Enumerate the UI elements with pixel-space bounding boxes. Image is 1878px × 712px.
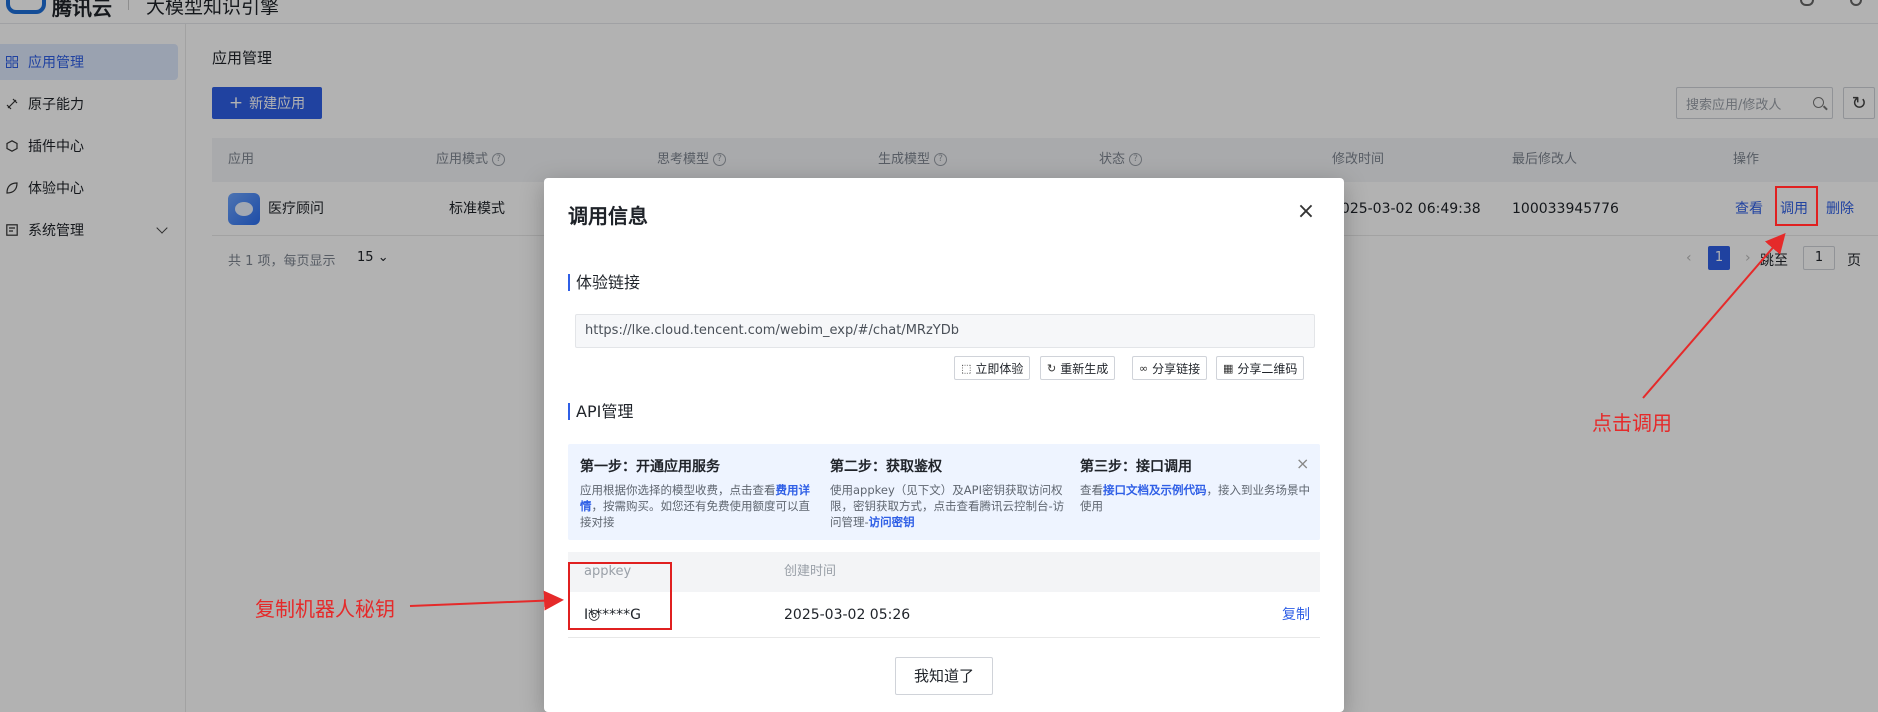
annotation-arrows [409, 232, 1786, 611]
arrow-to-appkey [409, 590, 564, 611]
arrow-to-call [1642, 232, 1786, 399]
